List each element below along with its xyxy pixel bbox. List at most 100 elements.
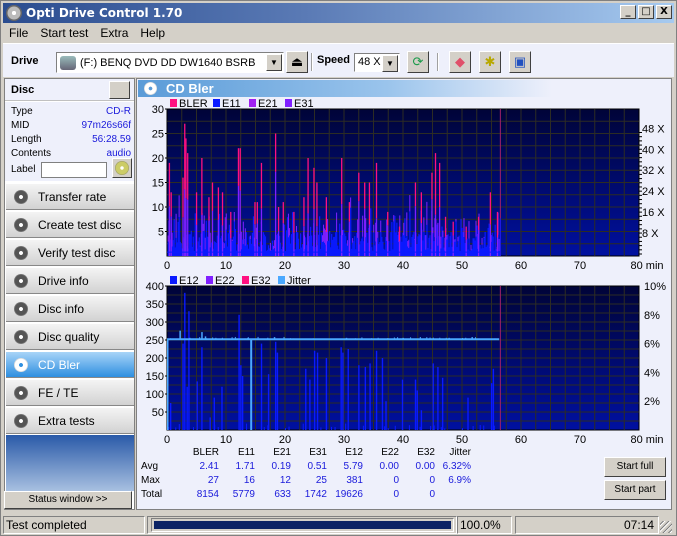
start-part-button[interactable]: Start part bbox=[604, 480, 666, 500]
menu-extra[interactable]: Extra bbox=[94, 26, 134, 40]
e12-bar bbox=[490, 383, 493, 430]
e31-bar bbox=[273, 240, 275, 249]
eject-button[interactable]: ⏏ bbox=[286, 51, 308, 73]
drive-select[interactable]: (F:) BENQ DVD DD DW1640 BSRB ▼ bbox=[56, 52, 284, 73]
e31-bar bbox=[209, 232, 211, 248]
disc-refresh-button[interactable] bbox=[109, 81, 130, 99]
legend-label-e11: E11 bbox=[222, 98, 241, 110]
bler-bar bbox=[434, 153, 437, 215]
title-bar[interactable]: Opti Drive Control 1.70 _ □ X bbox=[3, 3, 674, 23]
stats-column-header: Jitter bbox=[449, 447, 471, 458]
e21-bar bbox=[420, 223, 422, 256]
bler-bar bbox=[182, 177, 184, 218]
resize-grip[interactable] bbox=[660, 521, 672, 533]
settings-button[interactable]: ✱ bbox=[479, 51, 501, 73]
e31-bar bbox=[498, 238, 500, 252]
e31-bar bbox=[204, 237, 206, 250]
chevron-down-icon[interactable]: ▼ bbox=[382, 55, 398, 72]
e31-bar bbox=[287, 213, 289, 238]
jitter-drop bbox=[167, 339, 169, 430]
e21-bar bbox=[195, 224, 198, 256]
nav-drive-info[interactable]: Drive info bbox=[6, 267, 134, 294]
jitter-spike bbox=[426, 337, 428, 340]
nav-verify-test-disc[interactable]: Verify test disc bbox=[6, 239, 134, 266]
menu-file[interactable]: File bbox=[3, 26, 34, 40]
save-button[interactable]: ▣ bbox=[509, 51, 531, 73]
e31-bar bbox=[178, 195, 180, 218]
maximize-button[interactable]: □ bbox=[638, 5, 654, 19]
refresh-button[interactable]: ⟳ bbox=[407, 51, 429, 73]
y2-tick-label: 24 X bbox=[642, 186, 665, 198]
jitter-spike bbox=[199, 337, 201, 340]
stats-cell: 19626 bbox=[335, 489, 363, 500]
stats-cell: 0 bbox=[429, 475, 435, 486]
jitter-spike bbox=[221, 337, 223, 340]
legend-swatch bbox=[278, 276, 285, 284]
menu-start-test[interactable]: Start test bbox=[34, 26, 94, 40]
cd-icon[interactable] bbox=[112, 158, 132, 178]
nav-create-test-disc[interactable]: Create test disc bbox=[6, 211, 134, 238]
e21-bar bbox=[230, 238, 232, 256]
section-header: CD Bler bbox=[138, 80, 552, 97]
nav-disc-quality[interactable]: Disc quality bbox=[6, 323, 134, 350]
e12-bar bbox=[274, 341, 277, 430]
nav-transfer-rate[interactable]: Transfer rate bbox=[6, 183, 134, 210]
y-tick-label: 350 bbox=[146, 299, 164, 311]
e31-bar bbox=[407, 241, 409, 247]
legend-label-e12: E12 bbox=[179, 275, 199, 287]
nav-fe-te[interactable]: FE / TE bbox=[6, 379, 134, 406]
e31-bar bbox=[468, 221, 470, 239]
e12-bar bbox=[362, 425, 364, 430]
e31-bar bbox=[240, 231, 242, 250]
stats-cell: 25 bbox=[315, 475, 327, 486]
e31-bar bbox=[457, 236, 459, 242]
jitter-spike bbox=[371, 338, 373, 340]
e21-bar bbox=[313, 209, 315, 256]
bler-bar bbox=[348, 202, 351, 222]
speed-select[interactable]: 48 X ▼ bbox=[354, 53, 400, 72]
stats-cell: 2.41 bbox=[199, 461, 219, 472]
menu-help[interactable]: Help bbox=[134, 26, 171, 40]
e31-bar bbox=[426, 201, 428, 225]
jitter-spike bbox=[410, 337, 412, 340]
bler-bar bbox=[187, 153, 189, 200]
stats-cell: 0.00 bbox=[379, 461, 399, 472]
status-window-button[interactable]: Status window >> bbox=[4, 491, 132, 509]
jitter-drop bbox=[250, 339, 253, 430]
settings-icon: ✱ bbox=[484, 54, 496, 69]
jitter-spike bbox=[351, 338, 353, 340]
e31-bar bbox=[481, 237, 483, 245]
field-label: MID bbox=[11, 120, 30, 131]
e31-bar bbox=[454, 239, 456, 242]
bler-bar bbox=[444, 216, 447, 237]
e12-bar bbox=[385, 401, 387, 430]
e21-bar bbox=[184, 189, 186, 256]
minimize-button[interactable]: _ bbox=[620, 5, 636, 19]
e12-bar bbox=[188, 311, 190, 430]
close-button[interactable]: X bbox=[656, 5, 672, 19]
e12-bar bbox=[408, 425, 410, 430]
e21-bar bbox=[274, 171, 277, 256]
disc-label-input[interactable] bbox=[41, 162, 107, 178]
e31-bar bbox=[167, 235, 169, 242]
legend-swatch bbox=[249, 99, 256, 107]
disc-mid-value: 97m26s66f bbox=[81, 120, 131, 131]
nav-extra-tests[interactable]: Extra tests bbox=[6, 407, 134, 434]
e31-bar bbox=[403, 222, 405, 236]
stats-cell: 16 bbox=[243, 475, 255, 486]
nav-cd-bler[interactable]: CD Bler bbox=[6, 351, 134, 378]
y2-tick-label: 10% bbox=[644, 281, 666, 293]
erase-button[interactable]: ◆ bbox=[449, 51, 471, 73]
e21-bar bbox=[254, 224, 256, 256]
sidebar-background bbox=[6, 435, 134, 491]
progress-bar bbox=[151, 518, 454, 532]
y2-tick-label: 4% bbox=[644, 367, 660, 379]
e12-bar bbox=[302, 423, 304, 430]
e31-bar bbox=[242, 221, 244, 245]
e12-bar bbox=[479, 425, 481, 430]
chevron-down-icon[interactable]: ▼ bbox=[266, 54, 282, 71]
bler-bar bbox=[313, 167, 315, 210]
nav-disc-info[interactable]: Disc info bbox=[6, 295, 134, 322]
y2-tick-label: 6% bbox=[644, 339, 660, 351]
start-full-button[interactable]: Start full bbox=[604, 457, 666, 477]
